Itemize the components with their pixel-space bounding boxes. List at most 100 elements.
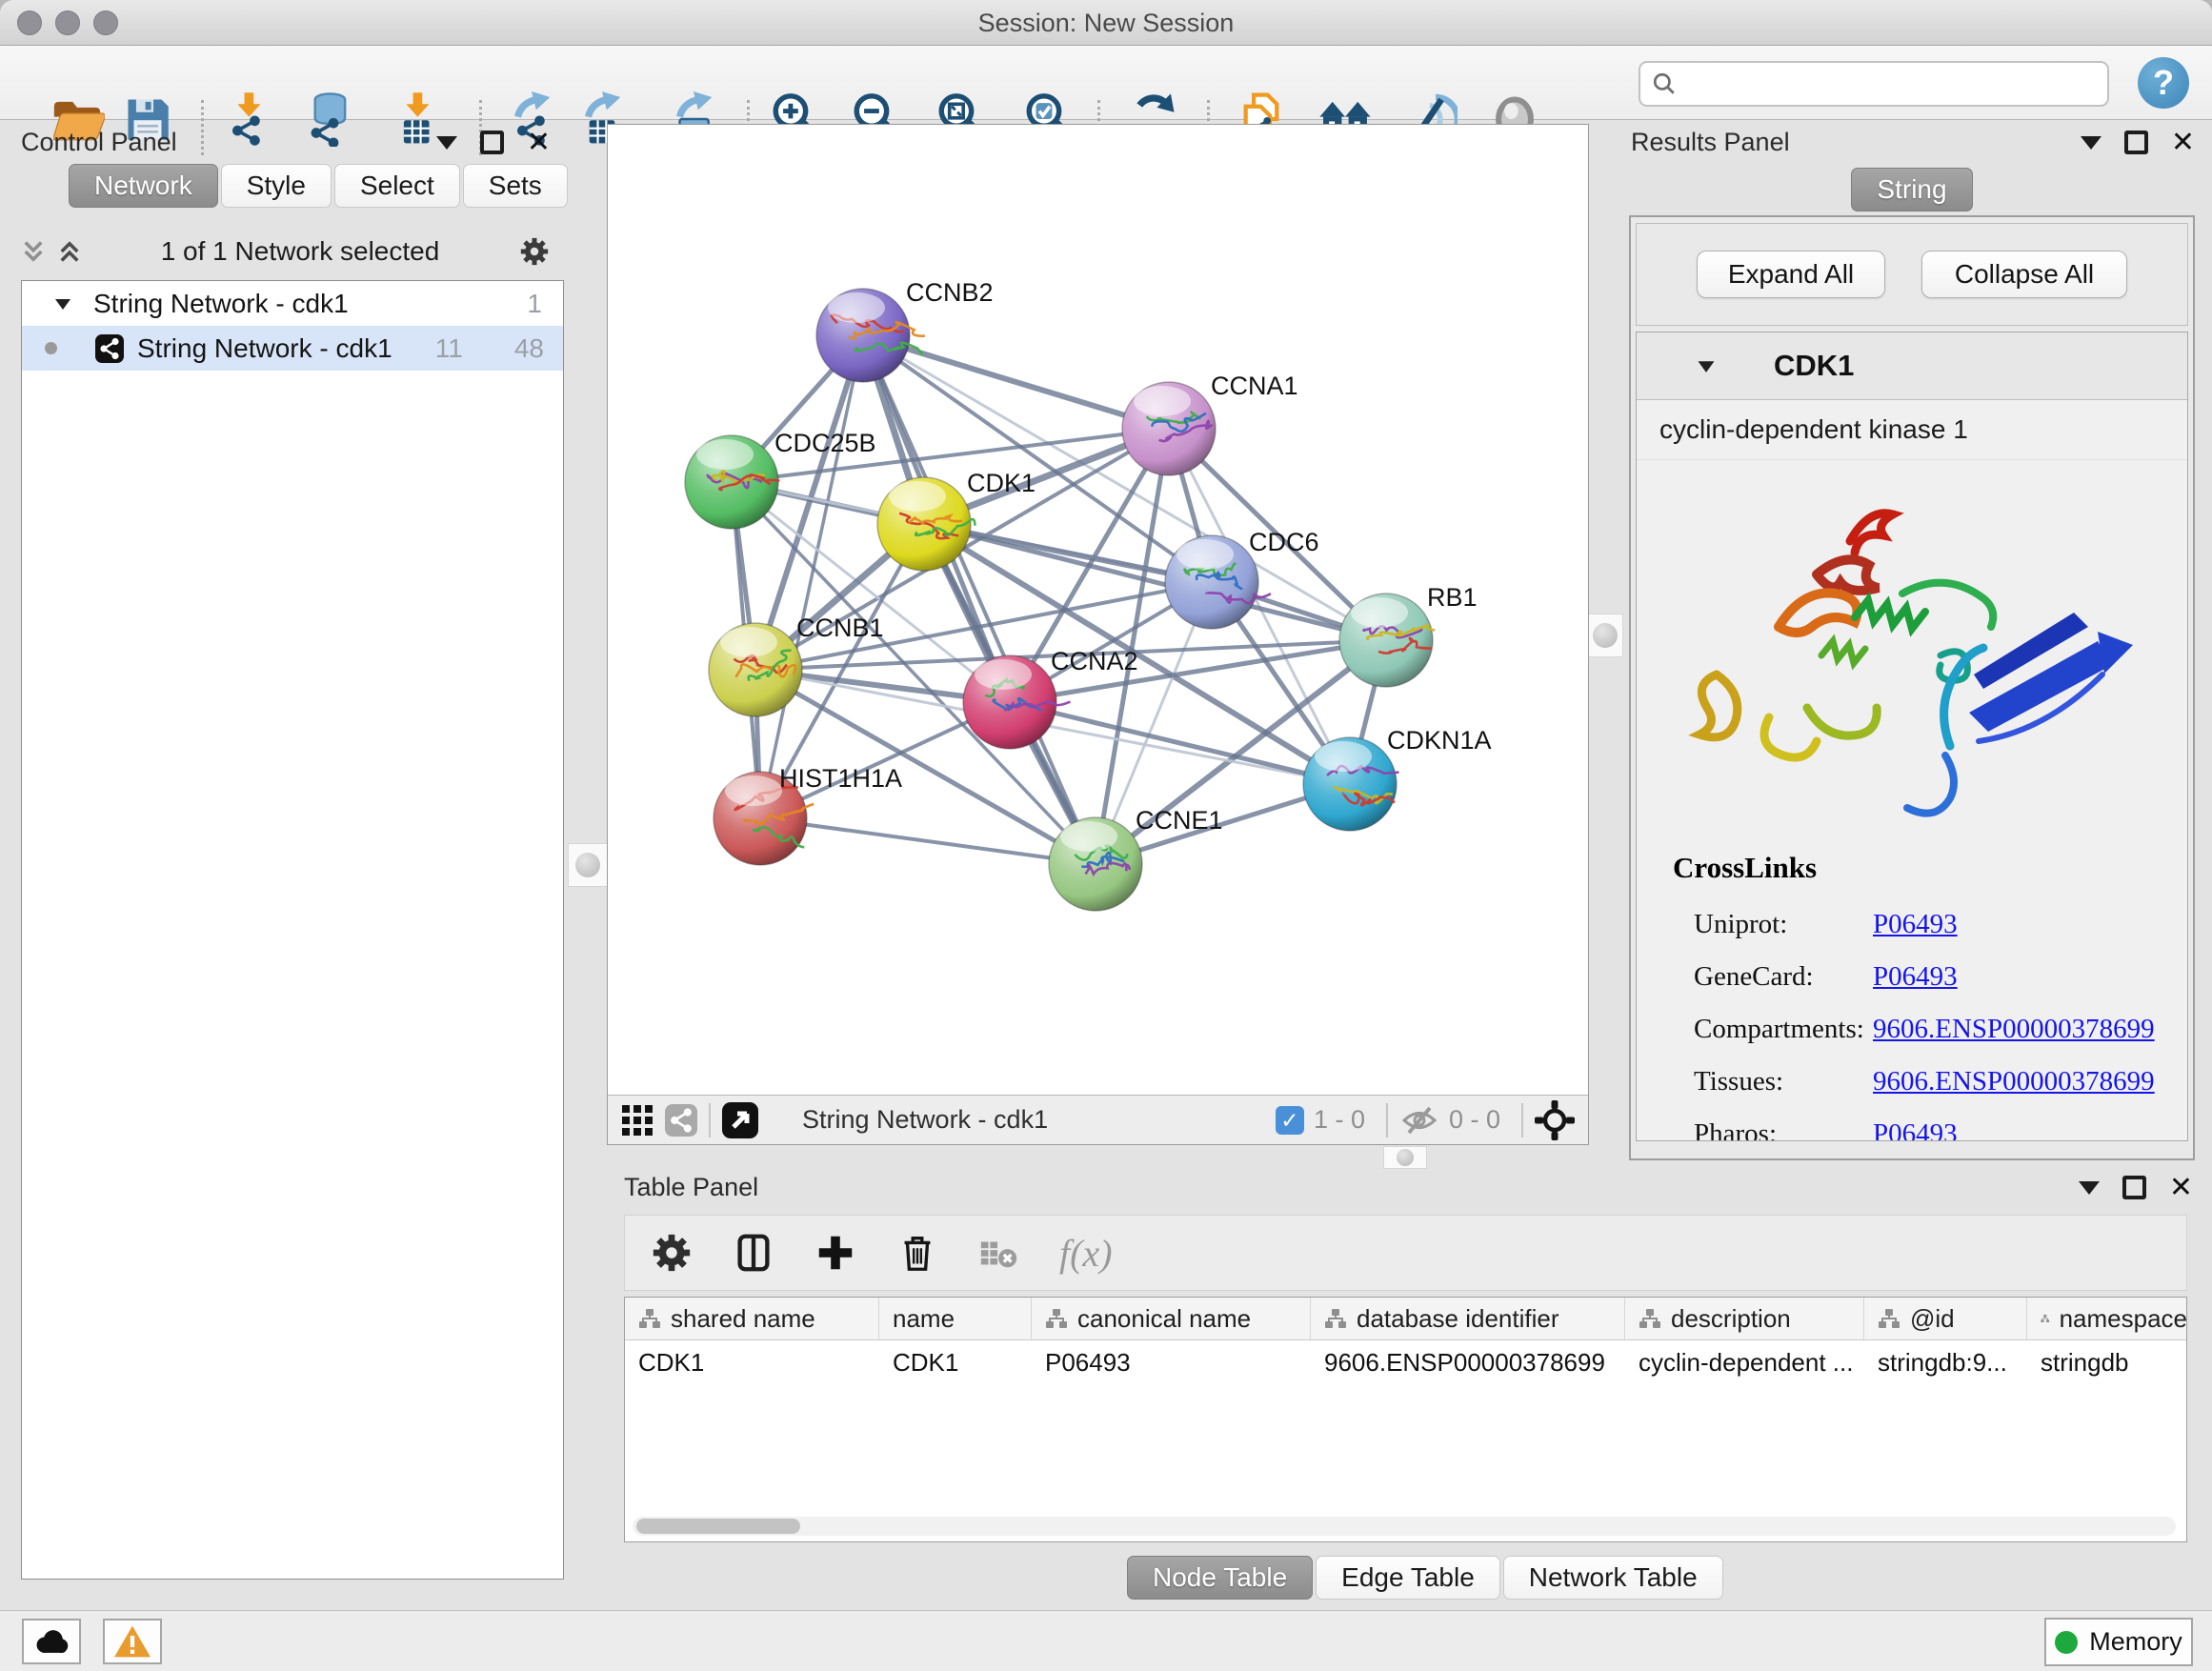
table-cell[interactable]: CDK1 [879,1340,1032,1384]
cloud-status-button[interactable] [22,1619,81,1664]
selected-checkbox-icon[interactable]: ✓ [1276,1106,1304,1135]
crosslink-link[interactable]: 9606.ENSP00000378699 [1873,1066,2155,1097]
show-grid-icon[interactable] [621,1104,654,1137]
panel-collapse-icon[interactable] [2079,1181,2100,1195]
collapse-all-tree-icon[interactable] [21,239,46,264]
help-icon[interactable]: ? [2138,57,2189,109]
tab-network-table[interactable]: Network Table [1503,1556,1723,1600]
tab-string[interactable]: String [1851,168,1972,211]
tab-style[interactable]: Style [221,164,332,208]
panel-float-icon[interactable] [2124,131,2148,154]
tab-network[interactable]: Network [69,164,218,208]
node-gloss-highlight [1351,597,1408,628]
scrollbar-thumb[interactable] [636,1519,800,1534]
search-field[interactable] [1639,61,2109,107]
collection-label: String Network - cdk1 [93,289,349,319]
crosslink-link[interactable]: 9606.ENSP00000378699 [1873,1014,2155,1045]
network-collection-row[interactable]: String Network - cdk1 1 [22,281,563,326]
table-header-row: shared namenamecanonical namedatabase id… [625,1298,2186,1340]
column-header-database-identifier[interactable]: database identifier [1311,1298,1625,1339]
network-edge[interactable] [760,818,1096,864]
network-node[interactable] [1303,737,1399,831]
expand-all-tree-icon[interactable] [57,239,82,264]
collapse-all-button[interactable]: Collapse All [1921,251,2127,298]
show-columns-icon[interactable] [732,1231,775,1275]
panel-collapse-icon[interactable] [2081,136,2101,150]
crosslink-link[interactable]: P06493 [1873,961,1958,993]
column-header-@id[interactable]: @id [1864,1298,2027,1339]
tab-edge-table[interactable]: Edge Table [1316,1556,1500,1600]
column-header-canonical-name[interactable]: canonical name [1032,1298,1311,1339]
hierarchy-column-icon [2041,1307,2050,1330]
network-options-gear-icon[interactable] [518,235,551,268]
hidden-eye-slash-icon[interactable] [1399,1101,1439,1139]
hierarchy-column-icon [1878,1307,1900,1330]
delete-column-trash-icon[interactable] [895,1231,939,1275]
hierarchy-column-icon [1045,1307,1068,1330]
crosslink-row: Pharos:P06493 [1673,1108,2187,1141]
gene-section-header[interactable]: CDK1 [1637,332,2187,400]
table-options-gear-icon[interactable] [650,1231,694,1275]
panel-close-icon[interactable]: ✕ [527,131,551,155]
memory-status-dot-icon [2055,1631,2078,1654]
table-cell[interactable]: CDK1 [625,1340,879,1384]
table-horizontal-scrollbar[interactable] [633,1517,2176,1536]
node-label: CCNB1 [796,614,884,642]
selected-node-edge-counts: 1 - 0 [1314,1105,1365,1135]
column-header-name[interactable]: name [879,1298,1032,1339]
delete-table-icon[interactable] [977,1231,1021,1275]
birds-eye-view-icon[interactable] [722,1102,758,1138]
warnings-button[interactable] [103,1619,162,1664]
table-row[interactable]: CDK1CDK1P064939606.ENSP00000378699cyclin… [625,1340,2186,1384]
search-input[interactable] [1677,69,2107,100]
crosslink-link[interactable]: P06493 [1873,909,1958,940]
tab-sets[interactable]: Sets [463,164,568,208]
crosslink-row: GeneCard:P06493 [1673,951,2187,1003]
fit-content-crosshair-icon[interactable] [1535,1100,1575,1140]
column-header-description[interactable]: description [1625,1298,1864,1339]
panel-close-icon[interactable]: ✕ [2171,131,2195,155]
table-cell[interactable]: P06493 [1032,1340,1311,1384]
table-cell[interactable]: cyclin-dependent ... [1625,1340,1864,1384]
network-edge[interactable] [863,335,1169,429]
crosslink-label: Tissues: [1673,1066,1873,1097]
section-expand-icon[interactable] [1696,358,1717,374]
column-header-namespace[interactable]: namespace [2027,1298,2187,1339]
network-share-icon[interactable] [665,1104,697,1137]
network-node[interactable] [709,623,802,716]
network-node[interactable] [1049,817,1142,911]
panel-float-icon[interactable] [2122,1176,2146,1199]
panel-close-icon[interactable]: ✕ [2169,1176,2193,1200]
bottom-splitter-handle[interactable] [1383,1146,1427,1169]
network-row-selected[interactable]: String Network - cdk1 11 48 [22,326,563,371]
network-canvas[interactable]: CCNB2CCNA1CDC25BCDK1CDC6RB1CCNB1CCNA2CDK… [608,125,1588,1095]
network-node[interactable] [1122,382,1216,475]
function-builder-icon[interactable]: f(x) [1059,1231,1113,1276]
right-splitter-handle[interactable] [1587,614,1623,657]
tab-node-table[interactable]: Node Table [1127,1556,1313,1600]
table-cell[interactable]: stringdb:9... [1864,1340,2027,1384]
current-network-title: String Network - cdk1 [802,1105,1048,1135]
network-node[interactable] [1339,594,1435,687]
left-splitter-handle[interactable] [568,843,608,887]
node-label: HIST1H1A [779,764,902,793]
node-gloss-highlight [696,439,754,470]
tree-expand-icon[interactable] [53,296,72,312]
network-edge[interactable] [1010,702,1350,784]
table-cell[interactable]: 9606.ENSP00000378699 [1311,1340,1625,1384]
results-panel: Results Panel ✕ String Expand All Collap… [1619,124,2204,1164]
memory-button[interactable]: Memory [2044,1618,2193,1666]
crosslink-link[interactable]: P06493 [1873,1118,1958,1141]
column-header-shared-name[interactable]: shared name [625,1298,879,1339]
crosslink-row: Uniprot:P06493 [1673,898,2187,951]
panel-collapse-icon[interactable] [436,136,457,150]
expand-all-button[interactable]: Expand All [1697,251,1885,298]
panel-float-icon[interactable] [480,131,504,154]
table-cell[interactable]: stringdb [2027,1340,2187,1384]
tab-select[interactable]: Select [334,164,460,208]
network-label: String Network - cdk1 [137,333,392,364]
network-edge[interactable] [760,335,863,818]
node-gloss-highlight [1176,539,1234,570]
add-column-icon[interactable] [814,1231,857,1275]
network-node[interactable] [685,435,779,529]
